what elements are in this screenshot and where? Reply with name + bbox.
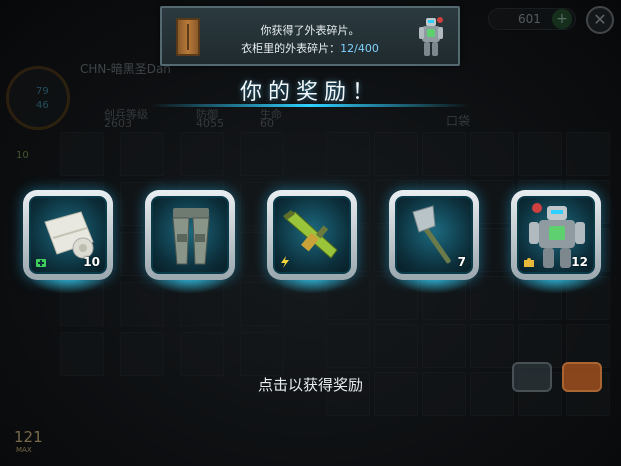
capacity-number: 121 [14, 428, 43, 446]
banner-wardrobe-count: 衣柜里的外表碎片：12/400 [162, 40, 458, 56]
reward-card-axe[interactable]: 7 [389, 190, 479, 280]
banner-count-value: 12/400 [340, 42, 379, 55]
puzzle-icon [524, 258, 534, 267]
banner-count-label: 衣柜里的外表碎片： [241, 42, 341, 55]
reward-card-armor-pants[interactable] [145, 190, 235, 280]
reward-quantity: 10 [83, 255, 100, 269]
reward-card-bandage[interactable]: 10 [23, 190, 113, 280]
reward-title-wrap: 你的奖励！ [150, 74, 470, 108]
title-glow-line [150, 104, 470, 107]
reward-quantity: 7 [457, 255, 466, 269]
banner-message: 你获得了外表碎片。 [260, 24, 360, 37]
medkit-icon [36, 259, 46, 267]
reward-title: 你的奖励！ [239, 80, 380, 105]
reward-card-armor-appearance[interactable]: 12 [511, 190, 601, 280]
stack-button[interactable] [512, 362, 552, 392]
armor-pants-icon [172, 208, 210, 265]
storage-button[interactable] [562, 362, 602, 392]
reward-quantity: 12 [571, 255, 588, 269]
notification-banner: 你获得了外表碎片。 衣柜里的外表碎片：12/400 [160, 6, 460, 66]
robot-armor-icon [419, 17, 443, 56]
capacity-label: MAX [16, 446, 32, 454]
lightning-icon [281, 256, 289, 268]
reward-card-assault-rifle[interactable] [267, 190, 357, 280]
